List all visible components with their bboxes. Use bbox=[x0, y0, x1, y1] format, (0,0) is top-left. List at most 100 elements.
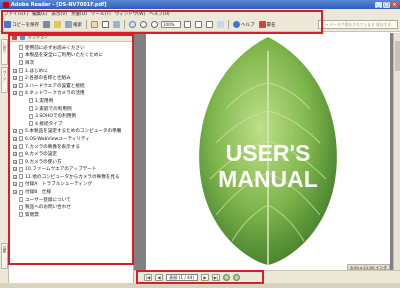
zoom-select[interactable]: 100% bbox=[161, 21, 181, 28]
help-button[interactable]: ヘルプ bbox=[232, 20, 256, 30]
zoom-tool-button[interactable] bbox=[128, 20, 137, 30]
bookmark-item[interactable]: 製品へのお問い合わせ bbox=[13, 203, 133, 211]
page-size-label: 8.50 x 11.00 インチ bbox=[347, 264, 390, 270]
bookmark-item[interactable]: +2.各部の名称と仕組み bbox=[13, 74, 133, 82]
expand-toggle-icon[interactable]: + bbox=[13, 152, 17, 157]
bookmark-label: 5.本製品を設定するためのコンピュータの準備 bbox=[25, 129, 122, 135]
expand-toggle-icon[interactable]: + bbox=[13, 76, 17, 81]
expand-toggle-icon[interactable]: + bbox=[13, 182, 17, 187]
menu-window[interactable]: ウィンドウ(W) bbox=[115, 11, 145, 17]
bookmark-page-icon bbox=[19, 52, 23, 58]
print-button[interactable] bbox=[42, 20, 51, 30]
expand-toggle-icon[interactable]: + bbox=[13, 144, 17, 149]
hand-tool-button[interactable] bbox=[90, 20, 99, 30]
bookmark-label: 使用前に必ずお読みください bbox=[25, 45, 85, 51]
delete-bookmark-icon[interactable] bbox=[12, 34, 17, 40]
bookmark-label: 1.はじめに bbox=[25, 68, 48, 74]
next-page-button[interactable]: ▶ bbox=[201, 274, 209, 281]
bookmark-item[interactable]: +9.カメラの使い方 bbox=[13, 158, 133, 166]
magnifier-icon bbox=[129, 21, 136, 28]
bookmark-label: 2.家庭での利用例 bbox=[35, 106, 72, 112]
tab-comments[interactable]: 注釈 bbox=[1, 243, 8, 269]
menu-view[interactable]: 表示(V) bbox=[51, 11, 67, 17]
menu-file[interactable]: ファイル(F) bbox=[4, 11, 28, 17]
page-icon bbox=[184, 21, 191, 28]
bookmark-item[interactable]: 使用前に必ずお読みください bbox=[13, 44, 133, 52]
expand-toggle-icon[interactable]: + bbox=[13, 159, 17, 164]
menu-edit[interactable]: 編集(E) bbox=[32, 11, 47, 17]
save-copy-button[interactable]: コピーを保存 bbox=[3, 20, 40, 30]
document-view[interactable]: USER'S MANUAL bbox=[134, 33, 400, 270]
new-bookmark-icon[interactable] bbox=[20, 34, 25, 40]
expand-toggle-icon[interactable]: + bbox=[13, 174, 17, 179]
bookmark-page-icon bbox=[19, 68, 23, 74]
expand-toggle-icon[interactable]: + bbox=[13, 167, 17, 172]
bookmark-item[interactable]: ユーザー登録について bbox=[13, 196, 133, 204]
email-button[interactable] bbox=[53, 20, 62, 30]
bookmark-item[interactable]: 1.実用例 bbox=[13, 97, 133, 105]
previous-view-button[interactable] bbox=[223, 274, 230, 281]
bookmark-label: 9.カメラの使い方 bbox=[25, 159, 62, 165]
scrollbar-thumb[interactable] bbox=[395, 41, 400, 71]
bookmark-label: 付録A トラブルシューティング bbox=[25, 182, 93, 188]
search-input[interactable]: → データが保存されています 保存する... bbox=[318, 20, 398, 29]
fit-width-button[interactable] bbox=[205, 20, 214, 30]
expand-toggle-icon[interactable]: + bbox=[13, 129, 17, 134]
sign-button[interactable]: 署名 bbox=[258, 20, 277, 30]
bookmark-item[interactable]: 本製品を安全にご利用いただくために bbox=[13, 52, 133, 60]
bookmark-item[interactable]: + 付録B 仕様 bbox=[13, 188, 133, 196]
expand-toggle-icon[interactable]: + bbox=[13, 136, 17, 141]
last-page-button[interactable]: ▶| bbox=[212, 274, 220, 281]
bookmark-item[interactable]: 目次 bbox=[13, 59, 133, 67]
bookmark-item[interactable]: +5.本製品を設定するためのコンピュータの準備 bbox=[13, 128, 133, 136]
expand-toggle-icon[interactable]: + bbox=[13, 91, 17, 96]
vertical-scrollbar[interactable] bbox=[393, 33, 400, 270]
bookmark-item[interactable]: +8.カメラの設定 bbox=[13, 150, 133, 158]
prev-page-button[interactable]: ◀ bbox=[155, 274, 163, 281]
bookmark-item[interactable]: +1.はじめに bbox=[13, 67, 133, 75]
fit-page-button[interactable] bbox=[194, 20, 203, 30]
bookmark-item[interactable]: +3.ハードウエアの設置と接続 bbox=[13, 82, 133, 90]
select-text-button[interactable] bbox=[101, 20, 110, 30]
options-menu[interactable]: オプション bbox=[28, 34, 48, 40]
zoom-out-button[interactable] bbox=[139, 20, 148, 30]
bookmark-label: 7.カメラの映像を表示する bbox=[25, 144, 80, 150]
menu-document[interactable]: 文書(D) bbox=[71, 11, 87, 17]
close-button[interactable]: × bbox=[391, 1, 398, 8]
bookmark-item[interactable]: + 付録A トラブルシューティング bbox=[13, 181, 133, 189]
toolbar-separator bbox=[86, 20, 87, 29]
tab-bookmarks[interactable]: しおり bbox=[1, 39, 8, 65]
zoom-in-button[interactable] bbox=[150, 20, 159, 30]
menu-tools[interactable]: ツール(T) bbox=[91, 11, 111, 17]
bookmark-item[interactable]: +7.カメラの映像を表示する bbox=[13, 143, 133, 151]
bookmark-item[interactable]: 3.SOHOでの利用例 bbox=[13, 112, 133, 120]
bookmark-page-icon bbox=[19, 212, 23, 218]
expand-toggle-icon[interactable]: + bbox=[13, 190, 17, 195]
page-navigation: |◀ ◀ 表紙 (1 / 44) ▶ ▶| bbox=[144, 274, 240, 281]
first-page-button[interactable]: |◀ bbox=[144, 274, 152, 281]
bookmark-item[interactable]: +4.ネットワークカメラの活用 bbox=[13, 90, 133, 98]
tab-pages[interactable]: ページ bbox=[1, 67, 8, 93]
search-button[interactable]: 検索 bbox=[64, 20, 83, 30]
bookmark-item[interactable]: +10.ファームウエアのアップデート bbox=[13, 166, 133, 174]
bookmark-item[interactable]: 質問票 bbox=[13, 211, 133, 219]
bookmark-item[interactable]: +6.OS-WebViewユーティリティ bbox=[13, 135, 133, 143]
page-number-field[interactable]: 表紙 (1 / 44) bbox=[166, 274, 198, 281]
expand-toggle-icon[interactable]: + bbox=[13, 68, 17, 73]
next-view-button[interactable] bbox=[233, 274, 240, 281]
bookmark-item[interactable]: 4.接続タイプ bbox=[13, 120, 133, 128]
bookmark-page-icon bbox=[19, 159, 23, 165]
floppy-icon bbox=[4, 21, 11, 28]
snapshot-button[interactable] bbox=[112, 20, 121, 30]
bookmark-item[interactable]: 2.家庭での利用例 bbox=[13, 105, 133, 113]
actual-size-button[interactable] bbox=[183, 20, 192, 30]
maximize-button[interactable]: □ bbox=[383, 1, 390, 8]
rotate-button[interactable] bbox=[216, 20, 225, 30]
menu-help[interactable]: ヘルプ(H) bbox=[149, 11, 169, 17]
minimize-button[interactable]: _ bbox=[375, 1, 382, 8]
window-bottom-edge bbox=[0, 283, 400, 288]
bookmark-item[interactable]: +11.他のコンピュータからカメラの映像を見る bbox=[13, 173, 133, 181]
bookmark-label: 8.カメラの設定 bbox=[25, 152, 57, 158]
expand-toggle-icon[interactable]: + bbox=[13, 83, 17, 88]
